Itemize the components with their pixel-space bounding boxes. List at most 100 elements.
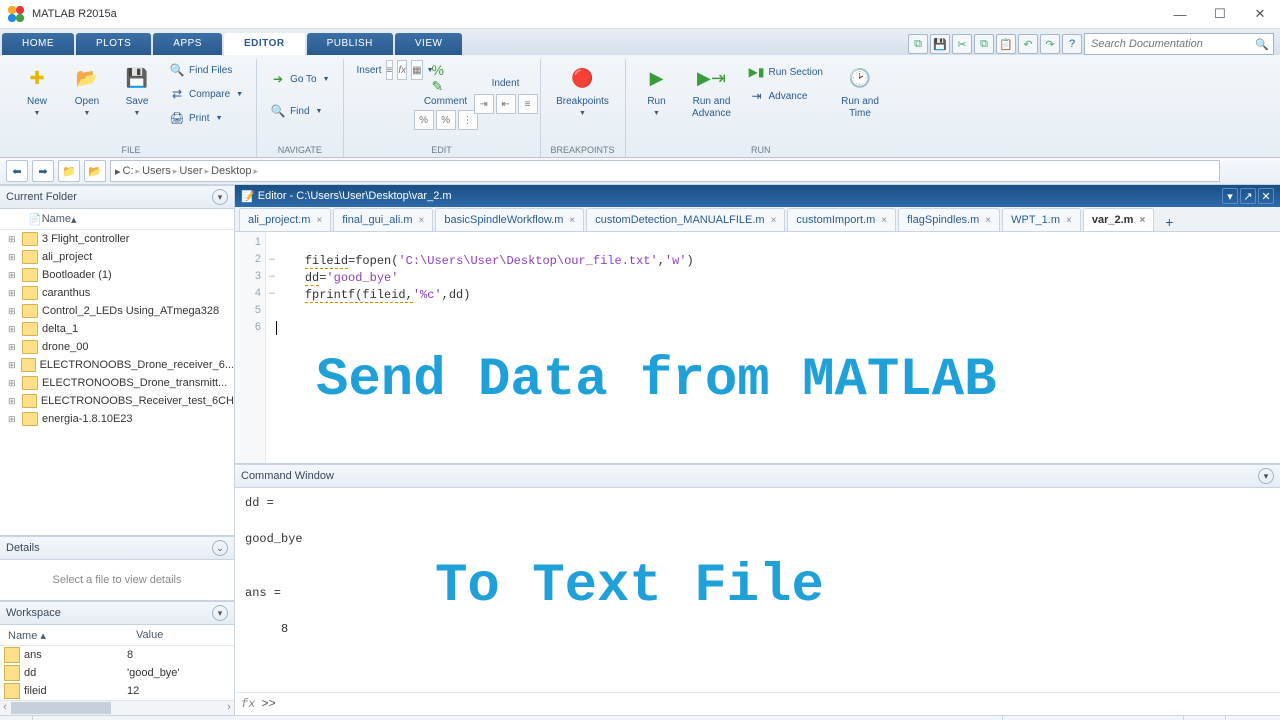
tab-close-icon[interactable]: × [881,215,887,226]
file-tab[interactable]: ali_project.m× [239,208,331,231]
tab-close-icon[interactable]: × [1139,215,1145,226]
editor-close-icon[interactable]: ✕ [1258,188,1274,204]
panel-menu-icon[interactable]: ▾ [212,189,228,205]
minimize-button[interactable]: — [1160,0,1200,28]
folder-item[interactable]: ⊞Bootloader (1) [0,266,234,284]
workspace-row[interactable]: dd'good_bye' [0,664,234,682]
current-folder-list[interactable]: ⊞3 Flight_controller⊞ali_project⊞Bootloa… [0,230,234,536]
command-window-body[interactable]: dd = good_bye ans = 8 To Text File [235,488,1280,692]
breakpoints-button[interactable]: 🔴 Breakpoints▼ [549,59,617,137]
quick-access-help-icon[interactable]: ? [1062,34,1082,54]
ribbon-tab-apps[interactable]: APPS [153,33,222,55]
ribbon-tab-strip: HOME PLOTS APPS EDITOR PUBLISH VIEW ⧉ 💾 … [0,29,1280,55]
address-bar[interactable]: ▸ C: ▸ Users ▸ User ▸ Desktop ▸ [110,160,1220,182]
file-tab[interactable]: var_2.m× [1083,208,1154,231]
nav-forward-button[interactable]: ➡ [32,160,54,182]
workspace-header[interactable]: Workspace▾ [0,601,234,625]
quick-access-redo-icon[interactable]: ↷ [1040,34,1060,54]
search-icon[interactable]: 🔍 [1255,38,1269,51]
file-tab[interactable]: customDetection_MANUALFILE.m× [586,208,785,231]
workspace-menu-icon[interactable]: ▾ [212,605,228,621]
details-body: Select a file to view details [0,560,234,601]
run-time-button[interactable]: 🕑 Run and Time [832,59,888,137]
nav-browse-button[interactable]: 📂 [84,160,106,182]
details-collapse-icon[interactable]: ⌄ [212,540,228,556]
ribbon-tab-editor[interactable]: EDITOR [224,33,305,55]
quick-access-paste-icon[interactable]: 📋 [996,34,1016,54]
h-scrollbar[interactable]: ‹ › [0,700,234,715]
nav-back-button[interactable]: ⬅ [6,160,28,182]
ribbon-tab-plots[interactable]: PLOTS [76,33,151,55]
ribbon: ✚ New▼ 📂 Open▼ 💾 Save▼ 🔍Find Files ⇄Comp… [0,55,1280,157]
indent-button[interactable]: Indent ⇥⇤≡ [480,59,532,137]
tab-close-icon[interactable]: × [569,215,575,226]
advance-button[interactable]: ⇥Advance [744,85,828,107]
file-tab[interactable]: flagSpindles.m× [898,208,1000,231]
code-editor[interactable]: 1 2 3 4 5 6 fileid=fopen('C:\Users\User\… [235,232,1280,463]
open-button[interactable]: 📂 Open▼ [64,59,110,137]
workspace-row[interactable]: fileid12 [0,682,234,700]
fx-icon[interactable]: fx [241,697,255,711]
print-button[interactable]: 🖨Print▼ [164,107,248,129]
folder-item[interactable]: ⊞Control_2_LEDs Using_ATmega328 [0,302,234,320]
command-prompt[interactable]: fx >> [235,692,1280,715]
tab-close-icon[interactable]: × [419,215,425,226]
editor-doc-icon: 📝 [241,190,255,203]
editor-menu-icon[interactable]: ▾ [1222,188,1238,204]
goto-button[interactable]: ➔Go To▼ [265,68,334,90]
file-tab[interactable]: WPT_1.m× [1002,208,1081,231]
ws-col-name[interactable]: Name ▴ [0,629,128,642]
ws-col-value[interactable]: Value [128,629,171,641]
cmd-menu-icon[interactable]: ▾ [1258,468,1274,484]
file-tab[interactable]: basicSpindleWorkflow.m× [435,208,584,231]
new-button[interactable]: ✚ New▼ [14,59,60,137]
insert-row[interactable]: Insert ≡ fx ▦▼ [352,59,412,81]
find-button[interactable]: 🔍Find▼ [265,100,334,122]
save-button[interactable]: 💾 Save▼ [114,59,160,137]
quick-access-undo-icon[interactable]: ↶ [1018,34,1038,54]
run-section-button[interactable]: ▶▮Run Section [744,61,828,83]
ribbon-tab-home[interactable]: HOME [2,33,74,55]
folder-item[interactable]: ⊞energia-1.8.10E23 [0,410,234,428]
run-button[interactable]: ▶ Run▼ [634,59,680,137]
current-folder-header[interactable]: Current Folder▾ [0,185,234,209]
file-tab[interactable]: final_gui_ali.m× [333,208,433,231]
folder-item[interactable]: ⊞3 Flight_controller [0,230,234,248]
compare-button[interactable]: ⇄Compare▼ [164,83,248,105]
search-documentation[interactable]: 🔍 [1084,33,1274,55]
workspace-row[interactable]: ans8 [0,646,234,664]
folder-item[interactable]: ⊞caranthus [0,284,234,302]
code-area[interactable]: fileid=fopen('C:\Users\User\Desktop\our_… [266,232,1280,463]
file-tab[interactable]: customImport.m× [787,208,896,231]
comment-button[interactable]: % ✎ Comment %%⋮ [416,59,476,137]
search-input[interactable] [1089,37,1255,51]
ribbon-tab-view[interactable]: VIEW [395,33,463,55]
quick-access-icon[interactable]: ⧉ [908,34,928,54]
tab-close-icon[interactable]: × [1066,215,1072,226]
workspace-rows[interactable]: ans8dd'good_bye'fileid12 [0,646,234,700]
folder-item[interactable]: ⊞delta_1 [0,320,234,338]
details-header[interactable]: Details⌄ [0,536,234,560]
find-files-button[interactable]: 🔍Find Files [164,59,248,81]
close-button[interactable]: ✕ [1240,0,1280,28]
add-tab-button[interactable]: + [1160,213,1178,231]
quick-access-copy-icon[interactable]: ⧉ [974,34,994,54]
tab-close-icon[interactable]: × [985,215,991,226]
folder-column-header-name[interactable]: 📄 Name ▴ [0,209,234,230]
folder-item[interactable]: ⊞drone_00 [0,338,234,356]
tab-close-icon[interactable]: × [771,215,777,226]
folder-item[interactable]: ⊞ali_project [0,248,234,266]
ribbon-tab-publish[interactable]: PUBLISH [307,33,393,55]
quick-access-cut-icon[interactable]: ✂ [952,34,972,54]
editor-titlebar[interactable]: 📝 Editor - C:\Users\User\Desktop\var_2.m… [235,185,1280,207]
tab-close-icon[interactable]: × [316,215,322,226]
quick-access-save-icon[interactable]: 💾 [930,34,950,54]
maximize-button[interactable]: ☐ [1200,0,1240,28]
editor-undock-icon[interactable]: ↗ [1240,188,1256,204]
folder-item[interactable]: ⊞ELECTRONOOBS_Receiver_test_6CH [0,392,234,410]
folder-item[interactable]: ⊞ELECTRONOOBS_Drone_receiver_6... [0,356,234,374]
nav-up-button[interactable]: 📁 [58,160,80,182]
folder-item[interactable]: ⊞ELECTRONOOBS_Drone_transmitt... [0,374,234,392]
command-window-header[interactable]: Command Window▾ [235,465,1280,488]
run-advance-button[interactable]: ▶⇥ Run and Advance [684,59,740,137]
